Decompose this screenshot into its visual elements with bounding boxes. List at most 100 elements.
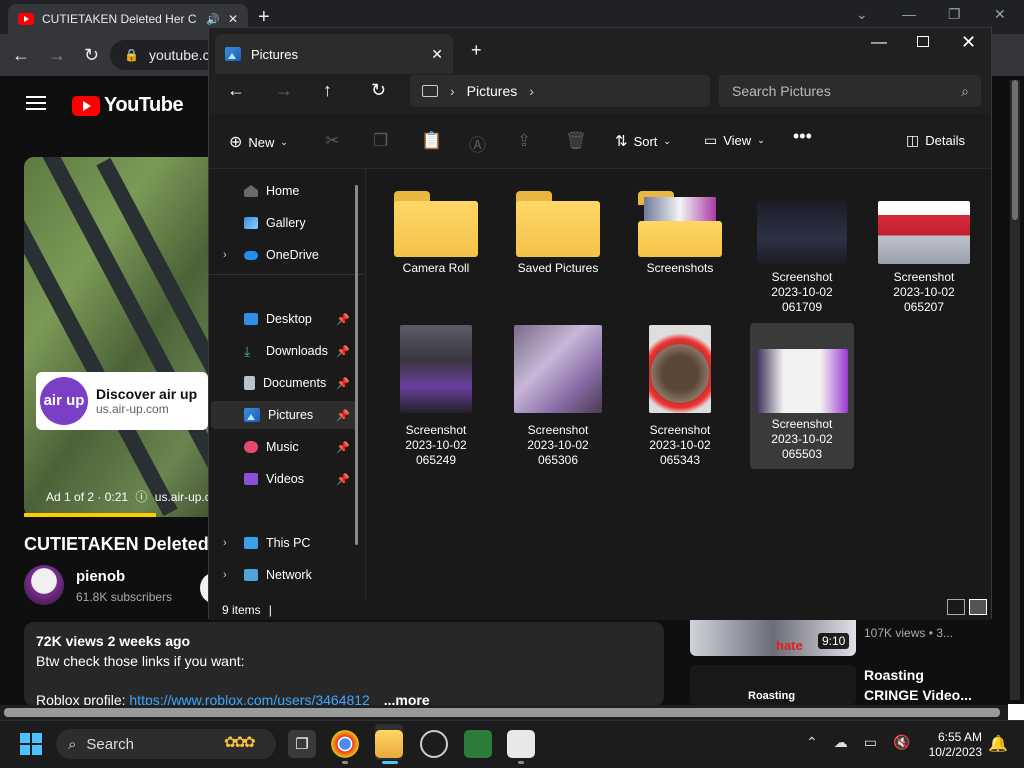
explorer-address-bar[interactable]: › Pictures › [410,75,710,107]
new-button[interactable]: ⊕ New ⌄ [229,132,288,152]
browser-close-icon[interactable]: ✕ [994,6,1006,23]
refresh-icon[interactable]: ↻ [371,80,386,101]
nav-item-gallery[interactable]: Gallery [211,209,358,237]
explorer-new-tab-button[interactable]: + [471,40,482,61]
explorer-search-box[interactable]: Search Pictures ⌕ [719,75,981,107]
youtube-logo[interactable]: YouTube [72,94,184,117]
browser-minimize-icon[interactable]: — [902,6,916,22]
related-video-title[interactable]: Roasting CRINGE Video... [864,665,972,705]
forward-arrow-icon[interactable]: → [48,45,66,66]
tab-close-icon[interactable]: ✕ [228,12,238,26]
delete-icon[interactable]: 🗑 [565,131,587,151]
forward-arrow-icon[interactable]: → [275,80,293,101]
pin-icon[interactable]: 📌 [336,345,350,358]
explorer-maximize-icon[interactable] [917,36,929,47]
chevron-up-icon[interactable]: ⌃ [806,734,818,751]
nav-item-network[interactable]: › Network [211,561,358,589]
display-icon[interactable]: ▭ [864,734,877,751]
sort-button[interactable]: ⇅ Sort ⌄ [615,132,671,150]
task-view-icon[interactable]: ❐ [288,730,316,758]
page-scrollbar-thumb[interactable] [1012,80,1018,220]
snipping-tool-icon[interactable] [507,730,535,758]
speaker-icon[interactable]: 🔊 [206,13,220,26]
details-button[interactable]: ◫ Details [906,132,965,149]
horizontal-scrollbar-thumb[interactable] [4,708,1000,717]
nav-item-downloads[interactable]: ⤓ Downloads 📌 [211,337,358,365]
channel-avatar[interactable] [24,565,64,605]
pin-icon[interactable]: 📌 [336,409,350,422]
copy-icon[interactable]: ❐ [373,131,388,151]
nav-scrollbar[interactable] [355,185,358,545]
explorer-minimize-icon[interactable]: — [871,34,887,52]
pin-icon[interactable]: 📌 [336,377,350,390]
pin-icon[interactable]: 📌 [336,313,350,326]
reload-icon[interactable]: ↻ [84,45,99,66]
share-icon[interactable]: ⇪ [517,131,531,151]
back-arrow-icon[interactable]: ← [227,80,245,101]
nav-label: Gallery [266,216,306,230]
paste-icon[interactable]: 📋 [421,131,442,151]
cloud-sync-icon[interactable]: ☁ [834,734,848,751]
obs-icon[interactable] [420,730,448,758]
file-screenshot-065249[interactable]: Screenshot 2023-10-02 065249 [384,323,488,469]
view-button[interactable]: ▭ View ⌄ [704,132,765,149]
back-arrow-icon[interactable]: ← [12,45,30,66]
file-screenshot-065343[interactable]: Screenshot 2023-10-02 065343 [628,323,732,469]
info-icon[interactable]: ⓘ [135,490,147,504]
clock[interactable]: 6:55 AM 10/2/2023 [922,730,982,760]
file-screenshot-065207[interactable]: Screenshot 2023-10-02 065207 [872,175,976,315]
spreadsheet-app-icon[interactable] [464,730,492,758]
file-screenshot-065306[interactable]: Screenshot 2023-10-02 065306 [506,323,610,469]
chevron-right-icon[interactable]: › [223,537,227,549]
chevron-right-icon[interactable]: › [223,249,227,261]
clock-time: 6:55 AM [937,730,982,744]
notification-bell-icon[interactable]: 🔔 [988,734,1008,754]
new-tab-button[interactable]: + [258,6,270,29]
chevron-right-icon[interactable]: › [450,83,455,99]
nav-item-desktop[interactable]: Desktop 📌 [211,305,358,333]
menu-icon[interactable] [26,96,46,110]
ad-card[interactable]: air up Discover air up us.air-up.com [36,372,208,430]
nav-item-onedrive[interactable]: › OneDrive [211,241,358,269]
details-view-icon[interactable] [947,599,965,615]
explorer-tab[interactable]: Pictures ✕ [215,34,453,74]
up-arrow-icon[interactable]: ↑ [323,80,332,101]
video-player[interactable] [24,157,224,517]
nav-item-documents[interactable]: Documents 📌 [211,369,358,397]
channel-name[interactable]: pienob [76,568,125,585]
more-options-icon[interactable]: ••• [793,126,812,147]
folder-saved-pictures[interactable]: Saved Pictures [506,175,610,315]
cut-icon[interactable]: ✂ [325,131,339,151]
file-screenshot-061709[interactable]: Screenshot 2023-10-02 061709 [750,175,854,315]
folder-camera-roll[interactable]: Camera Roll [384,175,488,315]
nav-item-pictures[interactable]: Pictures 📌 [211,401,358,429]
start-windows-icon[interactable] [20,733,42,755]
ad-info-url[interactable]: us.air-up.c [155,490,211,504]
folder-screenshots[interactable]: Screenshots [628,175,732,315]
youtube-favicon-icon [18,13,34,25]
rename-icon[interactable]: Ⓐ [469,131,486,156]
search-icon[interactable]: ⌕ [961,83,969,100]
nav-item-videos[interactable]: Videos 📌 [211,465,358,493]
browser-restore-icon[interactable]: ❐ [948,6,961,23]
music-icon [244,441,258,453]
chevron-right-icon[interactable]: › [223,569,227,581]
breadcrumb-pictures[interactable]: Pictures [467,83,518,99]
chevron-right-icon[interactable]: › [529,83,534,99]
tab-search-icon[interactable]: ⌄ [856,6,868,23]
pin-icon[interactable]: 📌 [336,473,350,486]
explorer-close-icon[interactable]: ✕ [961,32,976,53]
related-title-line: CRINGE Video... [864,687,972,703]
tiles-view-icon[interactable] [969,599,987,615]
nav-item-home[interactable]: Home [211,177,358,205]
chrome-icon[interactable] [331,730,359,758]
nav-item-this-pc[interactable]: › This PC [211,529,358,557]
nav-item-music[interactable]: Music 📌 [211,433,358,461]
site-info-icon[interactable]: 🔒 [124,48,139,62]
view-toggle [947,599,987,615]
file-screenshot-065503[interactable]: Screenshot 2023-10-02 065503 [750,323,854,469]
file-explorer-icon[interactable] [375,730,403,758]
pin-icon[interactable]: 📌 [336,441,350,454]
mute-speaker-icon[interactable]: 🔇 [893,734,910,751]
tab-close-icon[interactable]: ✕ [431,46,443,63]
